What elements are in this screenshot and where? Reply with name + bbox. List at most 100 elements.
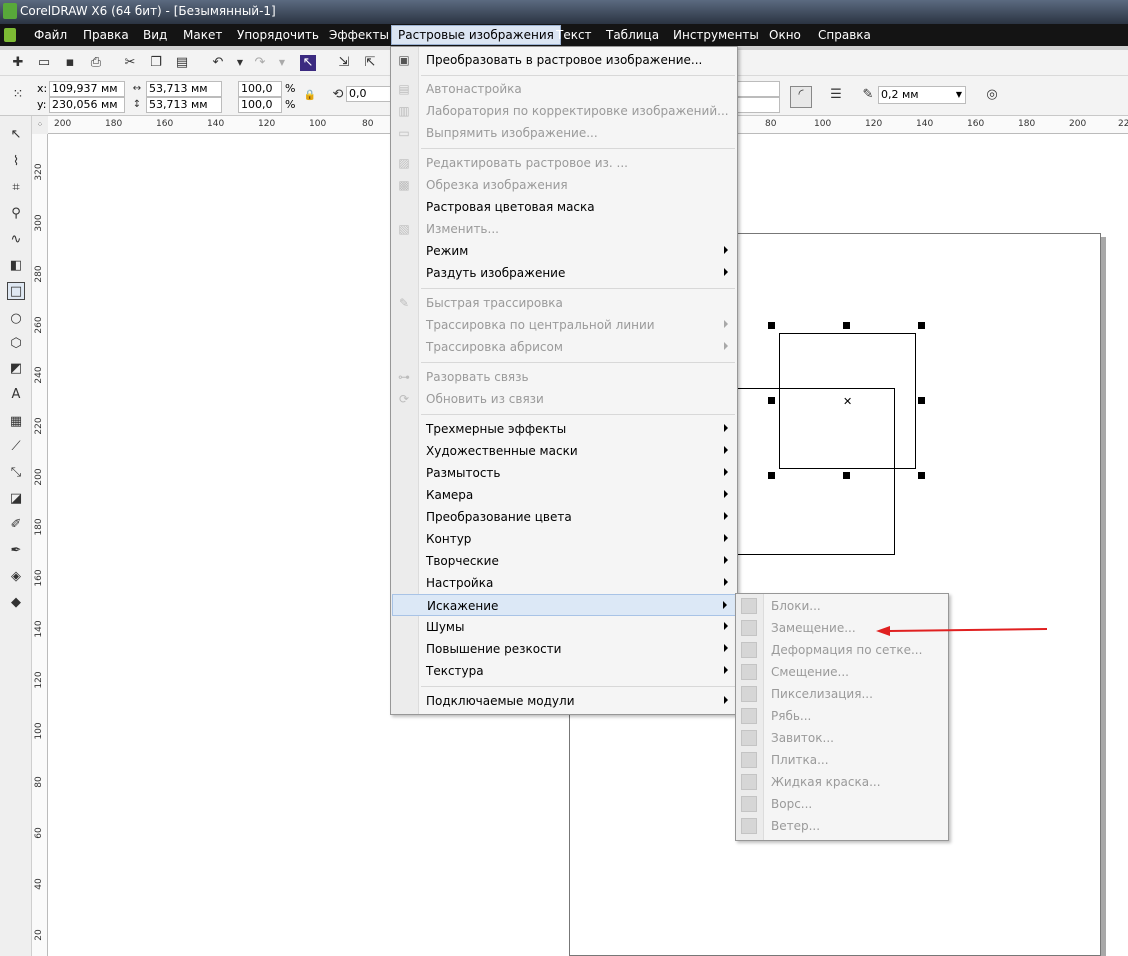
new-document-icon[interactable]: ✚ bbox=[10, 55, 26, 71]
corner-field-top[interactable] bbox=[736, 81, 780, 97]
fill-tool-icon[interactable]: ◈ bbox=[7, 568, 25, 586]
menu-item-crop-bitmap[interactable]: ▩ Обрезка изображения bbox=[392, 174, 736, 196]
ellipse-tool-icon[interactable]: ○ bbox=[7, 310, 25, 328]
search-content-icon[interactable]: ↖ bbox=[300, 55, 316, 71]
menu-view[interactable]: Вид bbox=[137, 26, 173, 44]
menu-edit[interactable]: Правка bbox=[77, 26, 135, 44]
menu-item-straighten-image[interactable]: ▭ Выпрямить изображение... bbox=[392, 122, 736, 144]
submenu-item-offset[interactable]: Смещение... bbox=[737, 661, 947, 683]
polygon-tool-icon[interactable]: ⬡ bbox=[7, 335, 25, 353]
outline-width-select[interactable]: 0,2 мм ▼ bbox=[878, 86, 966, 104]
table-tool-icon[interactable]: ▦ bbox=[7, 413, 25, 431]
convert-to-curves-icon[interactable]: ◎ bbox=[984, 87, 1000, 103]
menu-item-edit-bitmap[interactable]: ▨ Редактировать растровое из. ... bbox=[392, 152, 736, 174]
dimension-tool-icon[interactable]: ⟋ bbox=[7, 438, 25, 456]
shape-tool-icon[interactable]: ⌇ bbox=[7, 153, 25, 171]
submenu-item-wet-paint[interactable]: Жидкая краска... bbox=[737, 771, 947, 793]
menu-item-blur[interactable]: Размытость bbox=[392, 462, 736, 484]
connector-tool-icon[interactable]: ⤡ bbox=[7, 464, 25, 482]
menu-item-mode[interactable]: Режим bbox=[392, 240, 736, 262]
menu-item-plugins[interactable]: Подключаемые модули bbox=[392, 690, 736, 712]
interactive-fill-tool-icon[interactable]: ◆ bbox=[7, 594, 25, 612]
undo-dropdown-icon[interactable]: ▼ bbox=[232, 55, 248, 71]
submenu-item-mesh-warp[interactable]: Деформация по сетке... bbox=[737, 639, 947, 661]
menu-table[interactable]: Таблица bbox=[600, 26, 665, 44]
menu-item-contour[interactable]: Контур bbox=[392, 528, 736, 550]
crop-tool-icon[interactable]: ⌗ bbox=[7, 179, 25, 197]
menu-help[interactable]: Справка bbox=[812, 26, 877, 44]
ruler-origin-icon[interactable]: ⁘ bbox=[32, 116, 48, 134]
menu-item-custom[interactable]: Настройка bbox=[392, 572, 736, 594]
outline-tool-icon[interactable]: ✒ bbox=[7, 542, 25, 560]
selection-handle[interactable] bbox=[918, 397, 925, 404]
selection-handle[interactable] bbox=[843, 322, 850, 329]
blend-tool-icon[interactable]: ◪ bbox=[7, 490, 25, 508]
menu-item-color-transform[interactable]: Преобразование цвета bbox=[392, 506, 736, 528]
corner-scale-icon[interactable]: ◜ bbox=[790, 86, 812, 108]
print-icon[interactable]: ⎙ bbox=[88, 55, 104, 71]
menu-tools[interactable]: Инструменты bbox=[667, 26, 765, 44]
lock-ratio-icon[interactable]: 🔒 bbox=[302, 88, 318, 104]
app-menu-icon[interactable] bbox=[4, 28, 16, 42]
wrap-text-icon[interactable]: ☰ bbox=[828, 87, 844, 103]
submenu-item-swirl[interactable]: Завиток... bbox=[737, 727, 947, 749]
menu-item-creative[interactable]: Творческие bbox=[392, 550, 736, 572]
menu-item-image-adjustment-lab[interactable]: ▥ Лаборатория по корректировке изображени… bbox=[392, 100, 736, 122]
cut-icon[interactable]: ✂ bbox=[122, 55, 138, 71]
menu-item-auto-adjust[interactable]: ▤ Автонастройка bbox=[392, 78, 736, 100]
pick-tool-icon[interactable]: ↖ bbox=[7, 126, 25, 144]
menu-item-outline-trace[interactable]: Трассировка абрисом bbox=[392, 336, 736, 358]
selection-handle[interactable] bbox=[768, 322, 775, 329]
width-field[interactable]: 53,713 мм bbox=[146, 81, 222, 97]
menu-item-art-strokes[interactable]: Художественные маски bbox=[392, 440, 736, 462]
selection-handle[interactable] bbox=[768, 472, 775, 479]
copy-icon[interactable]: ❐ bbox=[148, 55, 164, 71]
freehand-tool-icon[interactable]: ∿ bbox=[7, 231, 25, 249]
selection-handle[interactable] bbox=[843, 472, 850, 479]
redo-icon[interactable]: ↷ bbox=[252, 55, 268, 71]
rotation-field[interactable]: 0,0 bbox=[346, 86, 390, 102]
corner-field-bottom[interactable] bbox=[736, 97, 780, 113]
menu-layout[interactable]: Макет bbox=[177, 26, 228, 44]
basic-shapes-tool-icon[interactable]: ◩ bbox=[7, 360, 25, 378]
save-icon[interactable]: ▪ bbox=[62, 55, 78, 71]
selection-handle[interactable] bbox=[918, 472, 925, 479]
scale-x-field[interactable]: 100,0 bbox=[238, 81, 282, 97]
menu-item-update-from-link[interactable]: ⟳ Обновить из связи bbox=[392, 388, 736, 410]
undo-icon[interactable]: ↶ bbox=[210, 55, 226, 71]
menu-file[interactable]: Файл bbox=[28, 26, 73, 44]
menu-item-inflate-bitmap[interactable]: Раздуть изображение bbox=[392, 262, 736, 284]
menu-bitmaps[interactable]: Растровые изображения bbox=[391, 25, 561, 45]
menu-window[interactable]: Окно bbox=[763, 26, 807, 44]
paste-icon[interactable]: ▤ bbox=[174, 55, 190, 71]
menu-item-noise[interactable]: Шумы bbox=[392, 616, 736, 638]
object-origin-icon[interactable]: ⁙ bbox=[10, 87, 26, 103]
submenu-item-blocks[interactable]: Блоки... bbox=[737, 595, 947, 617]
submenu-item-pixelate[interactable]: Пикселизация... bbox=[737, 683, 947, 705]
x-position-field[interactable]: 109,937 мм bbox=[49, 81, 125, 97]
smart-fill-tool-icon[interactable]: ◧ bbox=[7, 257, 25, 275]
menu-item-sharpen[interactable]: Повышение резкости bbox=[392, 638, 736, 660]
submenu-item-wind[interactable]: Ветер... bbox=[737, 815, 947, 837]
menu-item-quick-trace[interactable]: ✎ Быстрая трассировка bbox=[392, 292, 736, 314]
selection-handle[interactable] bbox=[918, 322, 925, 329]
menu-item-convert-to-bitmap[interactable]: ▣ Преобразовать в растровое изображение..… bbox=[392, 49, 736, 71]
submenu-item-whirlpool[interactable]: Ворс... bbox=[737, 793, 947, 815]
open-folder-icon[interactable]: ▭ bbox=[36, 55, 52, 71]
menu-arrange[interactable]: Упорядочить bbox=[231, 26, 325, 44]
export-icon[interactable]: ⇱ bbox=[362, 55, 378, 71]
y-position-field[interactable]: 230,056 мм bbox=[49, 97, 125, 113]
eyedropper-tool-icon[interactable]: ✐ bbox=[7, 516, 25, 534]
menu-text[interactable]: Текст bbox=[550, 26, 598, 44]
menu-item-bitmap-color-mask[interactable]: Растровая цветовая маска bbox=[392, 196, 736, 218]
menu-item-centerline-trace[interactable]: Трассировка по центральной линии bbox=[392, 314, 736, 336]
submenu-item-tile[interactable]: Плитка... bbox=[737, 749, 947, 771]
height-field[interactable]: 53,713 мм bbox=[146, 97, 222, 113]
menu-item-distort[interactable]: Искажение bbox=[392, 594, 736, 616]
zoom-tool-icon[interactable]: ⚲ bbox=[7, 205, 25, 223]
menu-item-camera[interactable]: Камера bbox=[392, 484, 736, 506]
text-tool-icon[interactable]: A bbox=[7, 386, 25, 404]
menu-item-break-link[interactable]: ⊶ Разорвать связь bbox=[392, 366, 736, 388]
redo-dropdown-icon[interactable]: ▼ bbox=[274, 55, 290, 71]
scale-y-field[interactable]: 100,0 bbox=[238, 97, 282, 113]
